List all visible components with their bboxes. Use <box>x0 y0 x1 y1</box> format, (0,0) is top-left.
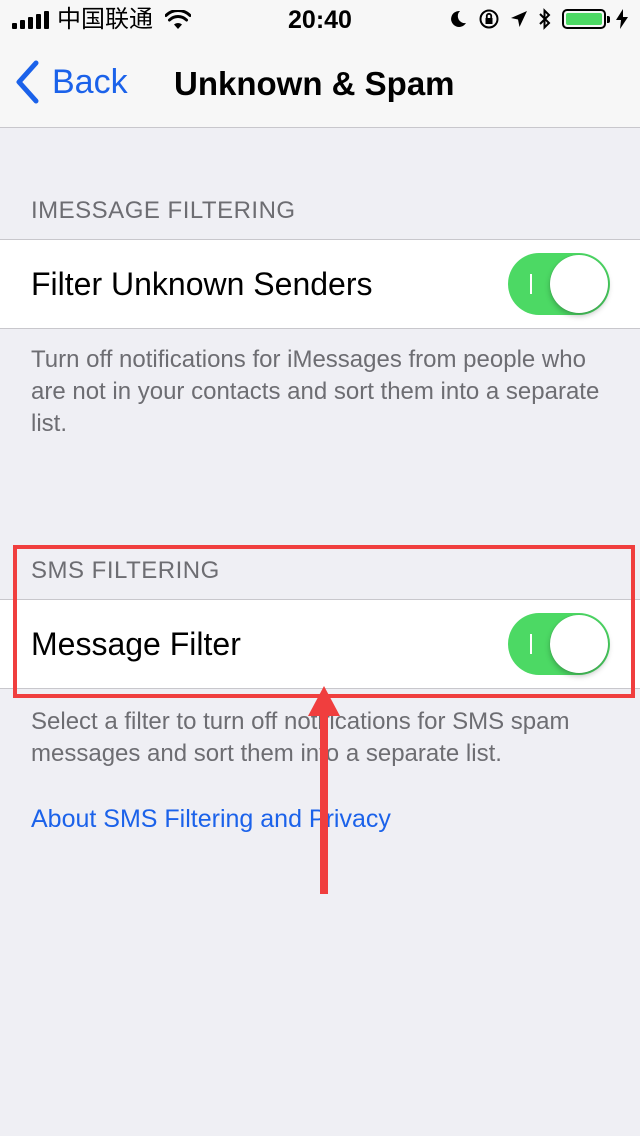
message-filter-row[interactable]: Message Filter <box>0 599 640 689</box>
chevron-left-icon <box>16 60 39 104</box>
toggle-on-indicator <box>530 634 532 654</box>
imessage-footer-text: Turn off notifications for iMessages fro… <box>31 346 600 437</box>
section-header-sms: SMS FILTERING <box>31 557 220 584</box>
back-button[interactable]: Back <box>14 60 128 104</box>
status-right <box>448 8 628 30</box>
toggle-knob <box>550 255 608 313</box>
moon-icon <box>451 10 466 27</box>
status-bar: 中国联通 20:40 <box>0 0 640 40</box>
orientation-lock-icon <box>479 9 499 29</box>
section-header-imessage: IMESSAGE FILTERING <box>31 197 296 224</box>
back-label: Back <box>52 63 128 101</box>
bluetooth-icon <box>539 8 551 30</box>
toggle-knob <box>550 615 608 673</box>
filter-unknown-senders-toggle[interactable] <box>508 253 610 315</box>
charging-icon <box>616 9 628 29</box>
message-filter-label: Message Filter <box>31 626 241 662</box>
sms-footer-text: Select a filter to turn off notification… <box>31 708 570 767</box>
navigation-bar: Back Unknown & Spam <box>0 40 640 128</box>
page-title: Unknown & Spam <box>174 65 455 102</box>
filter-unknown-senders-label: Filter Unknown Senders <box>31 266 373 302</box>
toggle-on-indicator <box>530 274 532 294</box>
about-sms-filtering-link[interactable]: About SMS Filtering and Privacy <box>31 803 391 835</box>
location-icon <box>511 11 527 27</box>
message-filter-toggle[interactable] <box>508 613 610 675</box>
filter-unknown-senders-row[interactable]: Filter Unknown Senders <box>0 239 640 329</box>
battery-icon <box>562 9 610 29</box>
